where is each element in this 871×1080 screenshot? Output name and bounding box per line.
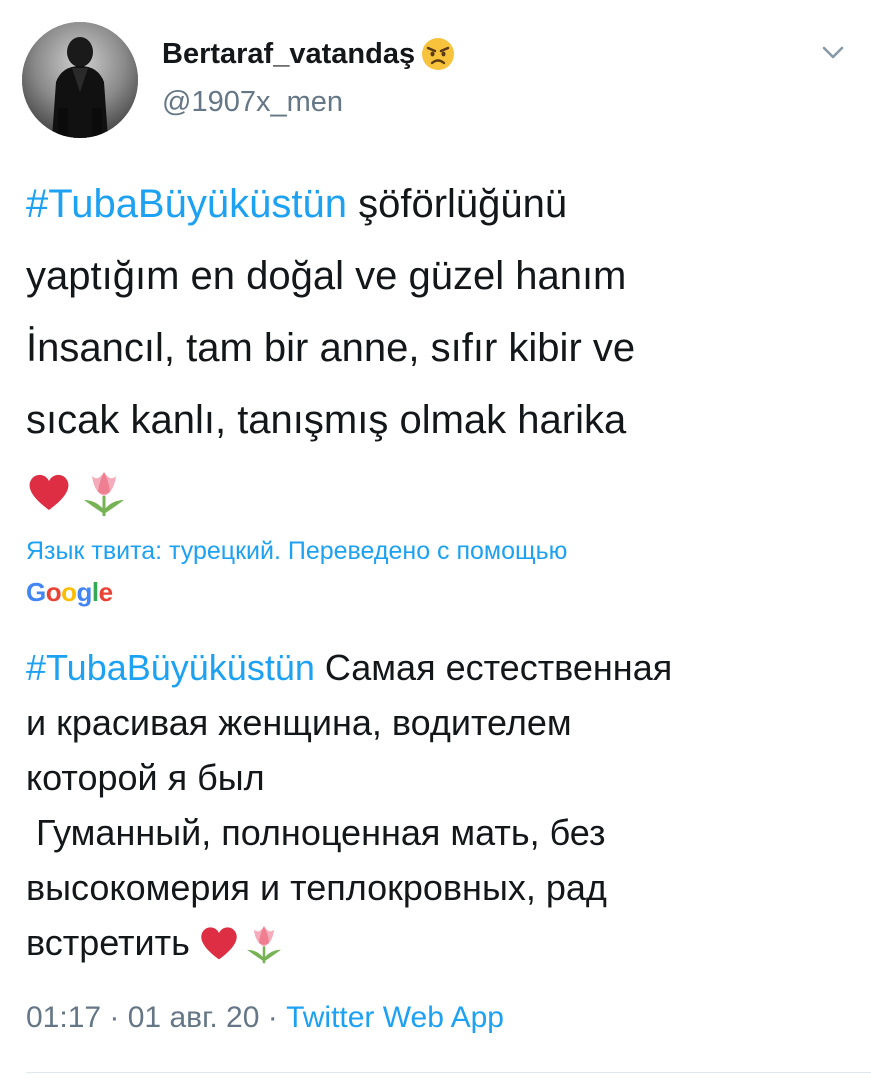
translated-text: #TubaBüyüküstün Самая естественная и кра… — [26, 640, 856, 970]
tweet-time[interactable]: 01:17 — [26, 1001, 101, 1034]
tweet-text: #TubaBüyüküstün şöförlüğünü yaptığım en … — [26, 168, 856, 528]
tulip-icon — [246, 925, 281, 963]
divider — [26, 1072, 871, 1073]
emoji-row — [26, 456, 856, 528]
meta-separator: · — [259, 1001, 287, 1034]
translated-line-text: Самая естественная — [314, 647, 673, 688]
tulip-icon — [84, 472, 124, 516]
translated-line: которой я был — [26, 757, 265, 798]
hashtag-link[interactable]: #TubaBüyüküstün — [26, 647, 315, 688]
translation-note: Язык твита: турецкий. Переведено с помощ… — [26, 537, 568, 565]
hashtag-link[interactable]: #TubaBüyüküstün — [26, 182, 347, 226]
translated-line: и красивая женщина, водителем — [26, 702, 572, 743]
tweet-line: #TubaBüyüküstün şöförlüğünü — [26, 168, 856, 240]
tweet-line: sıcak kanlı, tanışmış olmak harika — [26, 398, 627, 442]
translated-line: #TubaBüyüküstün Самая естественная — [26, 640, 856, 695]
tweet-date[interactable]: 01 авг. 20 — [128, 1001, 260, 1034]
translated-line-last: встретить — [26, 915, 856, 970]
user-handle[interactable]: @1907x_men — [162, 86, 343, 119]
display-name[interactable]: Bertaraf_vatandaş — [162, 38, 415, 71]
tweet-line-text: şöförlüğünü — [346, 182, 568, 226]
tweet-line: İnsancıl, tam bir anne, sıfır kibir ve — [26, 326, 636, 370]
chevron-down-icon[interactable] — [818, 40, 848, 64]
angry-face-icon — [422, 38, 455, 70]
avatar[interactable] — [22, 22, 138, 138]
tweet-line: yaptığım en doğal ve güzel hanım — [26, 254, 627, 298]
avatar-figure-icon — [22, 22, 138, 138]
translated-line: Гуманный, полноценная мать, без — [26, 812, 606, 853]
translated-line-text: встретить — [26, 922, 190, 963]
display-name-row[interactable]: Bertaraf_vatandaş — [162, 34, 455, 74]
red-heart-icon — [29, 474, 69, 510]
tweet-source-link[interactable]: Twitter Web App — [286, 1001, 504, 1034]
google-logo: Google — [26, 577, 113, 607]
red-heart-icon — [201, 926, 237, 959]
tweet: Bertaraf_vatandaş @1907x_men #TubaBüyükü… — [0, 0, 871, 1080]
tweet-meta: 01:17 · 01 авг. 20 · Twitter Web App — [26, 1001, 504, 1035]
translated-line: высокомерия и теплокровных, рад — [26, 867, 607, 908]
meta-separator: · — [101, 1001, 128, 1034]
